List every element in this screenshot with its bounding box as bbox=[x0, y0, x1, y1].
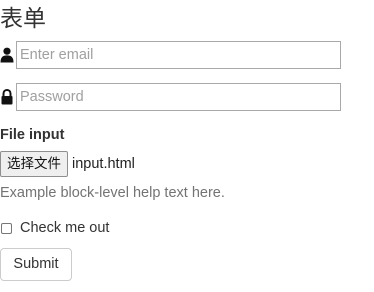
choose-file-button[interactable]: 选择文件 bbox=[0, 151, 68, 177]
checkbox-row: Check me out bbox=[0, 218, 109, 238]
form-page: 表单 File input 选择文件 input.html Example bl… bbox=[0, 0, 374, 292]
lock-icon bbox=[0, 88, 14, 105]
help-text: Example block-level help text here. bbox=[0, 185, 225, 201]
password-field[interactable] bbox=[16, 83, 341, 111]
page-title: 表单 bbox=[0, 6, 46, 32]
user-icon bbox=[0, 47, 14, 63]
email-row bbox=[0, 41, 342, 69]
submit-button[interactable]: Submit bbox=[0, 248, 72, 281]
file-input-label: File input bbox=[0, 127, 65, 143]
file-input: 选择文件 input.html bbox=[0, 151, 135, 177]
file-name: input.html bbox=[72, 156, 135, 172]
check-me-out-checkbox[interactable] bbox=[1, 222, 12, 234]
checkbox-label[interactable]: Check me out bbox=[20, 220, 109, 236]
password-row bbox=[0, 83, 342, 111]
email-field[interactable] bbox=[16, 41, 341, 69]
